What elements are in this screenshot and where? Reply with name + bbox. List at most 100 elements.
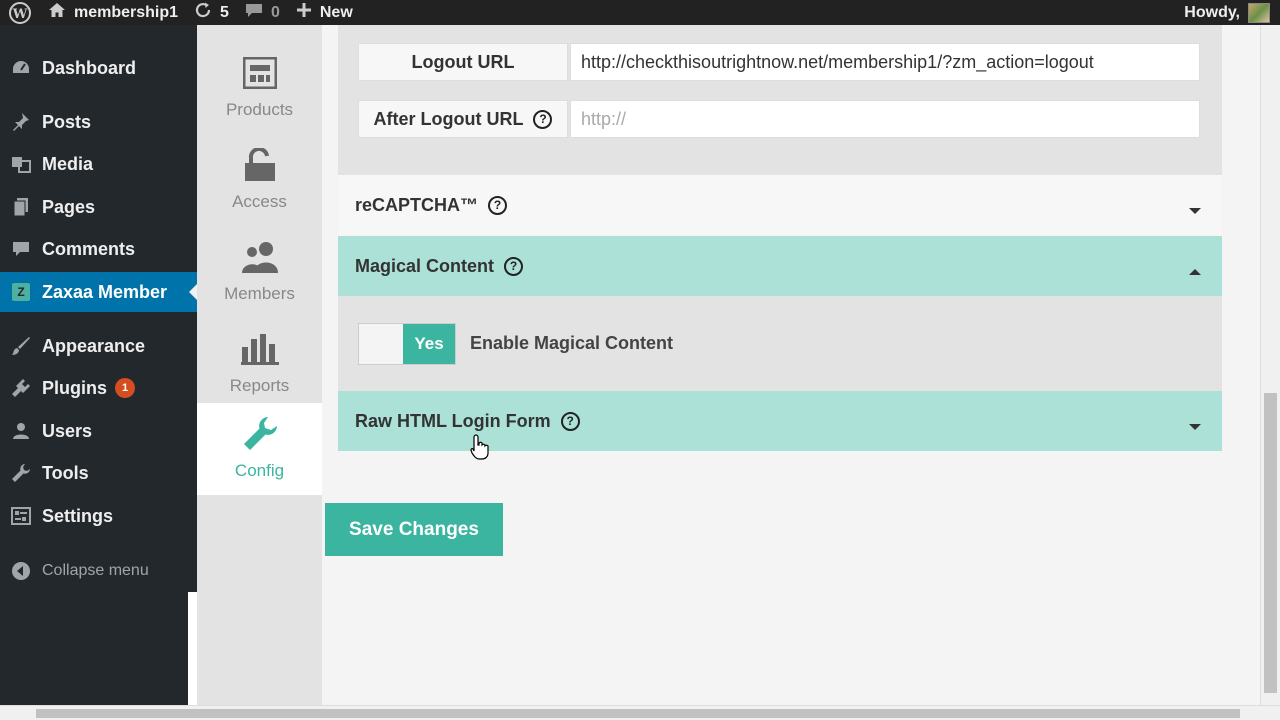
plugin-icon [0, 378, 42, 398]
plugins-update-badge: 1 [115, 378, 136, 398]
magical-content-body: Yes Enable Magical Content [338, 296, 1222, 391]
tab-products[interactable]: Products [197, 42, 322, 134]
toggle-on-label: Yes [403, 323, 455, 364]
howdy-text: Howdy, [1184, 3, 1240, 21]
new-label: New [319, 3, 353, 21]
save-changes-button[interactable]: Save Changes [325, 503, 503, 556]
help-icon[interactable]: ? [488, 195, 508, 215]
site-name-link[interactable]: membership1 [40, 0, 186, 25]
tab-label: Members [224, 284, 295, 303]
tab-label: Access [232, 192, 287, 211]
pin-icon [0, 112, 42, 132]
horizontal-scrollbar[interactable] [0, 705, 1280, 720]
chevron-down-icon [1188, 415, 1202, 436]
help-icon[interactable]: ? [560, 411, 580, 431]
logout-url-label: Logout URL [358, 43, 568, 81]
tab-label: Products [225, 100, 294, 119]
admin-sidebar: Dashboard Posts Media Pages Comments Z Z… [0, 25, 197, 720]
sidebar-item-label: Plugins [42, 377, 108, 398]
plus-icon [296, 2, 312, 23]
tab-label: Config [234, 461, 285, 480]
help-icon[interactable]: ? [504, 256, 524, 276]
current-menu-arrow [189, 284, 197, 300]
sidebar-item-label: Comments [42, 238, 136, 259]
sidebar-item-settings[interactable]: Settings [0, 496, 197, 536]
members-icon [241, 240, 279, 274]
vertical-scrollbar[interactable] [1260, 25, 1280, 705]
after-logout-url-label: After Logout URL [373, 108, 524, 129]
wrench-icon [242, 417, 278, 451]
accordion-magical-content[interactable]: Magical Content ? [338, 236, 1222, 296]
sidebar-item-zaxaa-member[interactable]: Z Zaxaa Member [0, 272, 197, 312]
comments-link[interactable]: 0 [237, 0, 288, 25]
tab-config[interactable]: Config [197, 403, 322, 495]
sidebar-item-tools[interactable]: Tools [0, 453, 197, 493]
unlock-icon [243, 148, 277, 182]
sidebar-item-plugins[interactable]: Plugins 1 [0, 368, 197, 408]
bar-chart-icon [240, 332, 279, 366]
media-icon [0, 155, 42, 173]
sidebar-item-label: Pages [42, 196, 96, 217]
logout-url-row: Logout URL http://checkthisoutrightnow.n… [358, 43, 1200, 81]
comment-bubble-icon [245, 2, 263, 23]
after-logout-url-row: After Logout URL ? http:// [358, 100, 1200, 138]
sidebar-item-label: Dashboard [42, 57, 137, 78]
tab-access[interactable]: Access [197, 134, 322, 226]
collapse-menu-label: Collapse menu [42, 562, 149, 579]
accordion-title: Raw HTML Login Form [355, 410, 551, 431]
accordion-title: Magical Content [355, 255, 495, 276]
config-content: Logout URL http://checkthisoutrightnow.n… [322, 25, 1260, 705]
comments-count: 0 [270, 3, 280, 21]
pages-icon [0, 197, 42, 217]
sidebar-item-posts[interactable]: Posts [0, 102, 197, 142]
new-content-link[interactable]: New [288, 0, 361, 25]
comment-icon [0, 241, 42, 257]
my-account[interactable]: Howdy, [1184, 0, 1280, 25]
sidebar-item-pages[interactable]: Pages [0, 187, 197, 227]
hand-cursor-icon [470, 434, 490, 465]
after-logout-url-input[interactable]: http:// [570, 100, 1200, 138]
sidebar-item-media[interactable]: Media [0, 144, 197, 184]
user-icon [0, 422, 42, 440]
dashboard-icon [0, 59, 42, 77]
sidebar-item-label: Zaxaa Member [42, 281, 168, 302]
products-icon [242, 56, 277, 90]
wrench-icon [0, 463, 42, 483]
site-name: membership1 [74, 3, 179, 21]
sidebar-item-appearance[interactable]: Appearance [0, 326, 197, 366]
sidebar-item-label: Settings [42, 505, 114, 526]
avatar[interactable] [1248, 2, 1270, 23]
sidebar-item-label: Tools [42, 462, 89, 483]
updates-link[interactable]: 5 [186, 0, 237, 25]
enable-magical-content-toggle[interactable]: Yes [358, 322, 456, 365]
refresh-icon [194, 1, 212, 24]
after-logout-url-label-cell: After Logout URL ? [358, 100, 568, 138]
updates-count: 5 [220, 3, 229, 21]
help-icon[interactable]: ? [533, 109, 553, 129]
horizontal-scrollbar-thumb[interactable] [36, 709, 1240, 718]
accordion-recaptcha[interactable]: reCAPTCHA™ ? [338, 175, 1222, 235]
sidebar-item-label: Media [42, 153, 94, 174]
home-icon [48, 2, 66, 23]
sidebar-item-label: Users [42, 420, 93, 441]
url-settings-panel: Logout URL http://checkthisoutrightnow.n… [338, 25, 1222, 175]
tab-label: Reports [229, 376, 290, 395]
sidebar-item-dashboard[interactable]: Dashboard [0, 48, 197, 88]
toggle-knob [359, 323, 403, 364]
chevron-down-icon [1188, 199, 1202, 220]
sidebar-item-users[interactable]: Users [0, 411, 197, 451]
sidebar-item-label: Appearance [42, 335, 146, 356]
settings-icon [0, 507, 42, 525]
logout-url-input[interactable]: http://checkthisoutrightnow.net/membersh… [570, 43, 1200, 81]
accordion-title: reCAPTCHA™ [355, 194, 479, 215]
wordpress-logo-icon[interactable]: W [0, 0, 40, 25]
svg-text:W: W [12, 7, 28, 22]
sidebar-item-label: Posts [42, 111, 92, 132]
admin-bar: W membership1 5 0 New Howdy, [0, 0, 1280, 25]
collapse-menu-button[interactable]: Collapse menu [0, 551, 197, 591]
tab-reports[interactable]: Reports [197, 318, 322, 410]
sidebar-item-comments[interactable]: Comments [0, 229, 197, 269]
plugin-tabs: Products Access Members Reports Config [197, 25, 322, 720]
tab-members[interactable]: Members [197, 226, 322, 318]
vertical-scrollbar-thumb[interactable] [1264, 393, 1277, 693]
